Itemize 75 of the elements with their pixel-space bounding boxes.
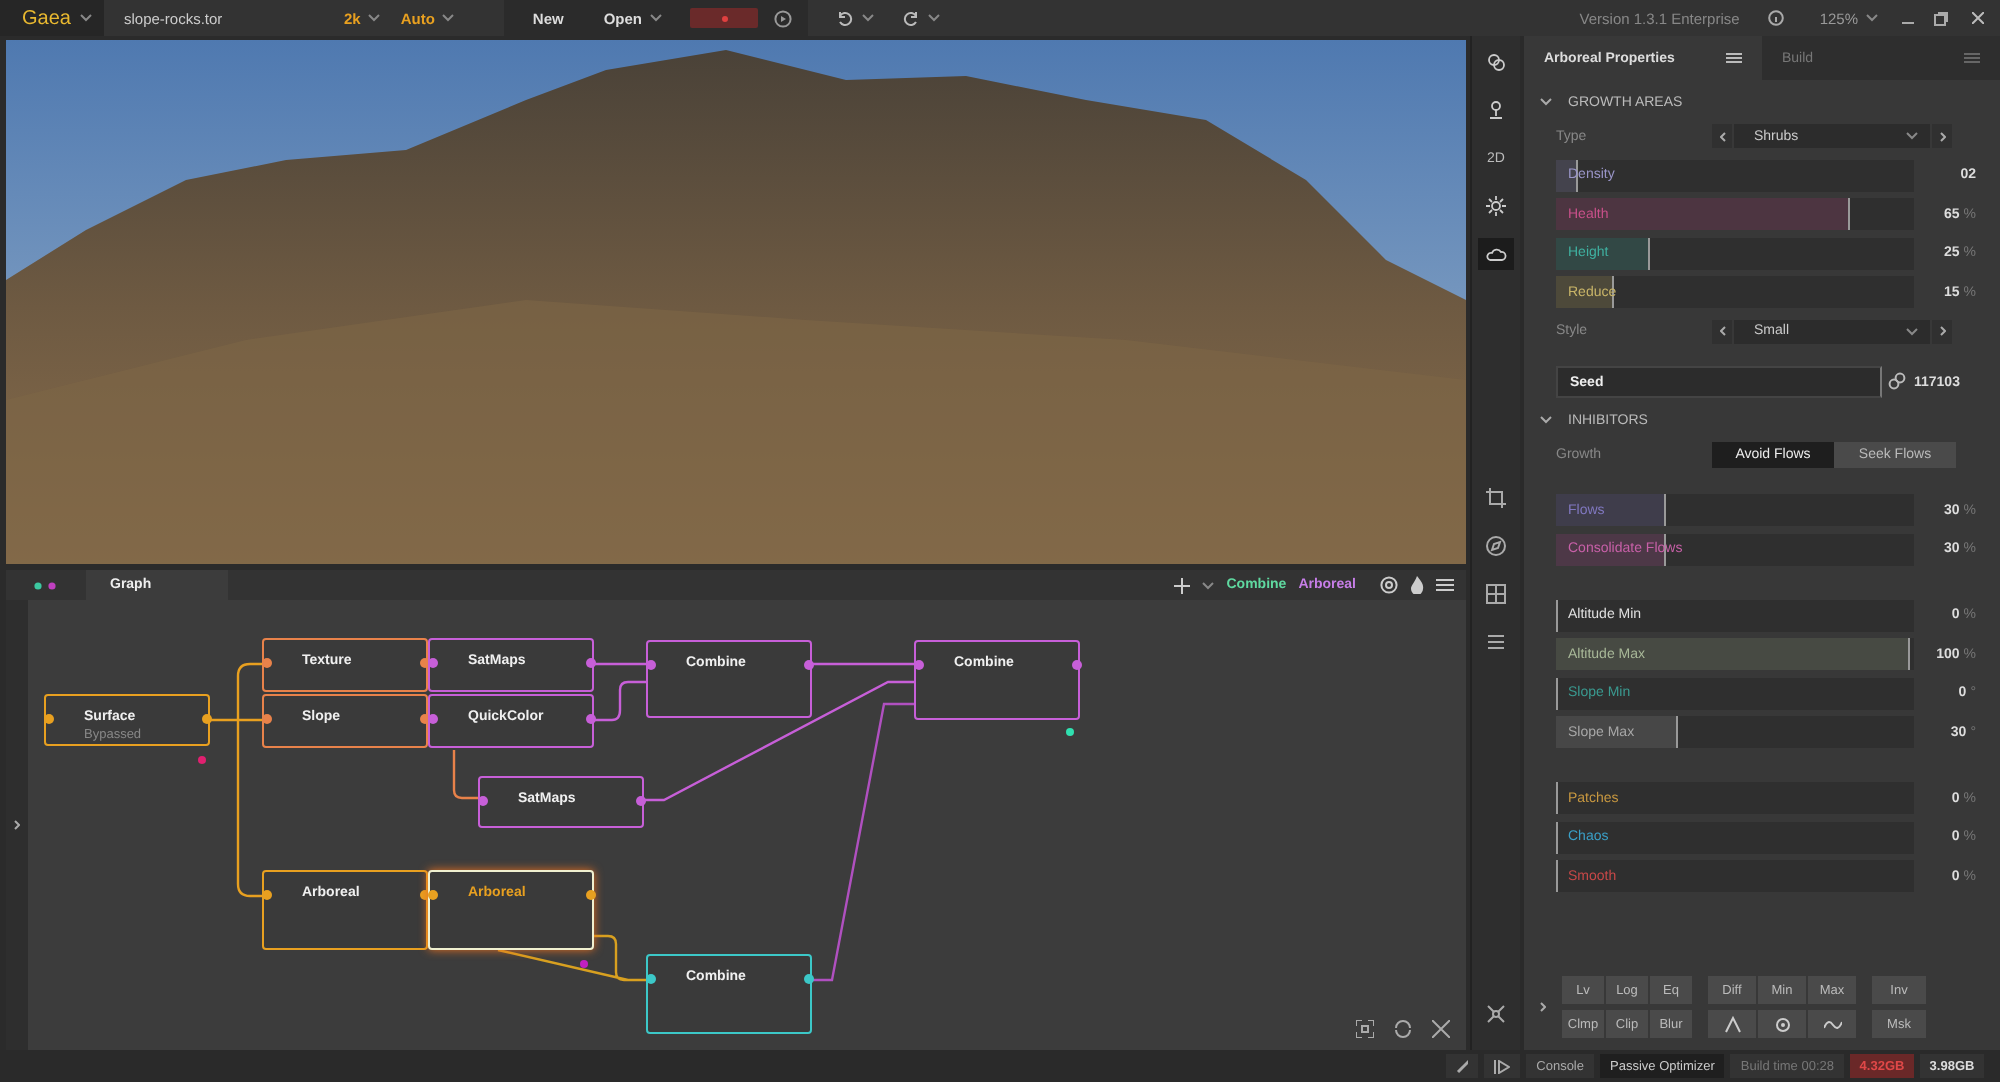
caret-icon: [80, 14, 93, 22]
play-bar-icon: [1494, 1059, 1511, 1073]
next-button[interactable]: [1932, 124, 1952, 148]
caret-icon: [1866, 14, 1878, 22]
undo-icon[interactable]: [836, 9, 855, 27]
at-sign-icon[interactable]: [1380, 576, 1398, 594]
output-port-dot[interactable]: [1071, 660, 1081, 670]
edit-button[interactable]: [1446, 1054, 1479, 1078]
caret-icon: [442, 14, 455, 22]
restore-icon[interactable]: [1934, 11, 1948, 25]
output-port-dot[interactable]: [419, 890, 429, 900]
target-icon: [1773, 1015, 1791, 1033]
input-port-dot[interactable]: [427, 658, 437, 668]
wire: [594, 662, 646, 666]
status-dots-icon: [34, 581, 58, 589]
output-port-dot[interactable]: [803, 660, 813, 670]
marker-dot: [580, 960, 588, 968]
output-port-dot[interactable]: [419, 658, 429, 668]
fit-view-icon[interactable]: [1356, 1020, 1374, 1038]
output-port-dot[interactable]: [803, 974, 813, 984]
expand-chevron-icon[interactable]: [14, 820, 20, 830]
chevron-left-icon[interactable]: [1719, 131, 1725, 141]
previous-button[interactable]: [1712, 319, 1732, 343]
marker-dot: [1066, 728, 1074, 736]
caret-icon: [650, 14, 663, 22]
chevron-right-icon[interactable]: [1939, 326, 1945, 336]
wire: [812, 662, 914, 666]
input-port-dot[interactable]: [43, 714, 53, 724]
input-port-dot[interactable]: [645, 660, 655, 670]
caret-icon: [862, 14, 875, 22]
next-button[interactable]: [1932, 319, 1952, 343]
input-port-dot[interactable]: [427, 890, 437, 900]
menu-icon[interactable]: [1726, 52, 1742, 64]
caret-icon: [368, 14, 381, 22]
chevron-left-icon[interactable]: [1719, 326, 1725, 336]
wire: [452, 750, 478, 800]
record-dot-icon: [721, 15, 728, 21]
output-port-dot[interactable]: [201, 714, 211, 724]
caret-icon: [1202, 581, 1215, 589]
refresh-icon[interactable]: [1394, 1020, 1412, 1038]
redo-icon[interactable]: [902, 9, 921, 27]
chevron-right-icon[interactable]: [1939, 131, 1945, 141]
input-port-dot[interactable]: [913, 660, 923, 670]
wave-icon: [1823, 1015, 1841, 1033]
input-port-dot[interactable]: [261, 714, 271, 724]
target-button[interactable]: [1758, 1010, 1806, 1038]
caret-icon: [1906, 132, 1918, 140]
run-button[interactable]: [1484, 1054, 1521, 1078]
pencil-icon: [1456, 1058, 1469, 1074]
previous-button[interactable]: [1712, 124, 1732, 148]
output-port-dot[interactable]: [419, 714, 429, 724]
peak-button[interactable]: [1708, 1010, 1756, 1038]
chevron-icon: [1540, 416, 1552, 424]
output-port-dot[interactable]: [585, 714, 595, 724]
output-port-dot[interactable]: [585, 658, 595, 668]
app-menu-button[interactable]: Gaea: [0, 0, 104, 36]
chevron-icon: [1540, 98, 1552, 106]
peak-icon: [1723, 1015, 1741, 1033]
marker-dot: [198, 756, 206, 764]
add-icon[interactable]: [1174, 577, 1191, 593]
expand-chevron-icon[interactable]: [1540, 1002, 1546, 1012]
output-port-dot[interactable]: [585, 890, 595, 900]
wave-button[interactable]: [1808, 1010, 1856, 1038]
input-port-dot[interactable]: [261, 658, 271, 668]
play-circle-icon[interactable]: [774, 9, 793, 27]
input-port-dot[interactable]: [477, 796, 487, 806]
info-icon[interactable]: [1767, 10, 1784, 26]
caret-icon: [928, 14, 941, 22]
cloud-icon[interactable]: [1478, 238, 1514, 270]
input-port-dot[interactable]: [427, 714, 437, 724]
close-icon[interactable]: [1972, 12, 1984, 24]
input-port-dot[interactable]: [645, 974, 655, 984]
input-port-dot[interactable]: [261, 890, 271, 900]
caret-icon: [1906, 327, 1918, 335]
output-port-dot[interactable]: [635, 796, 645, 806]
